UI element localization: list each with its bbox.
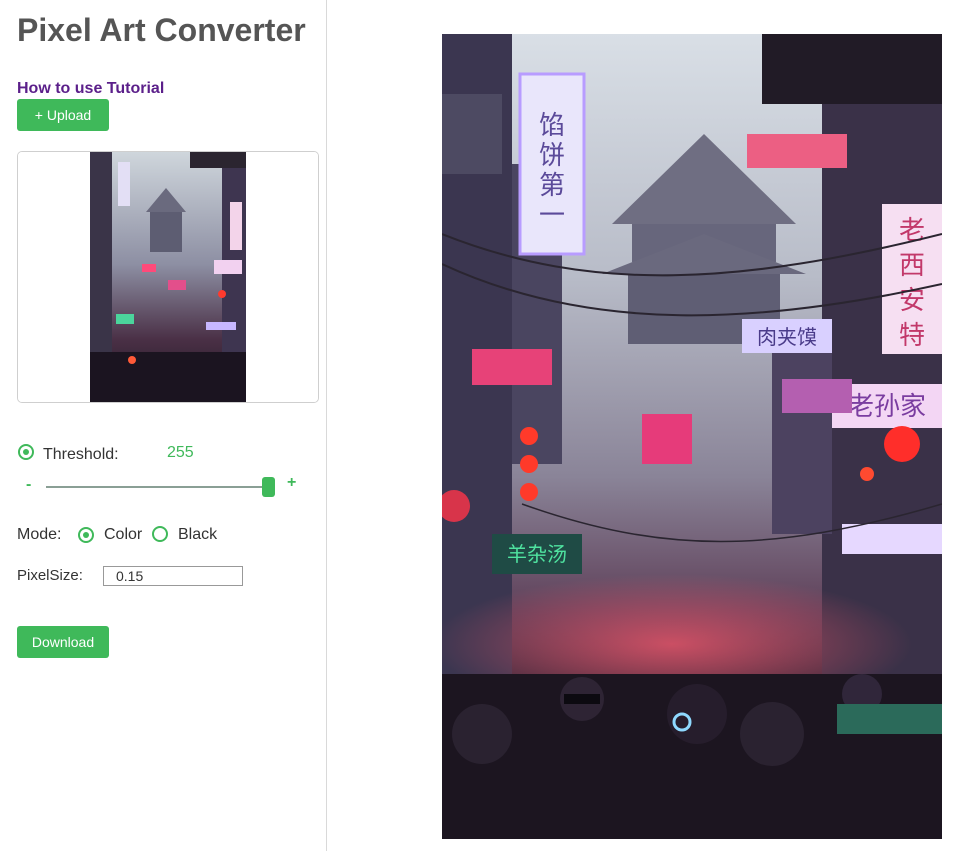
sidebar: Pixel Art Converter How to use Tutorial …	[0, 0, 327, 851]
mode-color-radio[interactable]	[78, 527, 94, 543]
image-preview	[17, 151, 319, 403]
app-title: Pixel Art Converter	[17, 12, 306, 48]
output-image: 馅 饼 第 一 老 西 安 特 老孙家 肉夹馍 羊杂汤	[442, 34, 942, 839]
svg-text:羊杂汤: 羊杂汤	[507, 542, 567, 566]
tutorial-link[interactable]: How to use Tutorial	[17, 80, 164, 98]
threshold-decrease[interactable]: -	[26, 476, 31, 494]
threshold-toggle[interactable]	[18, 444, 34, 460]
threshold-slider-thumb[interactable]	[262, 477, 275, 497]
svg-text:第: 第	[539, 171, 565, 201]
pixelsize-label: PixelSize:	[17, 567, 83, 584]
preview-thumbnail	[18, 152, 318, 402]
download-button[interactable]: Download	[17, 626, 109, 658]
mode-color-label[interactable]: Color	[104, 526, 142, 544]
svg-text:肉夹馍: 肉夹馍	[757, 325, 817, 349]
svg-text:饼: 饼	[539, 141, 565, 171]
mode-black-radio[interactable]	[152, 526, 168, 542]
upload-button[interactable]: + Upload	[17, 99, 109, 131]
svg-text:馅: 馅	[539, 111, 565, 141]
svg-text:一: 一	[539, 201, 565, 231]
threshold-slider-track[interactable]	[46, 486, 272, 488]
threshold-increase[interactable]: +	[287, 474, 296, 492]
svg-text:特: 特	[899, 321, 925, 351]
pixel-art-output: 馅 饼 第 一 老 西 安 特 老孙家 肉夹馍 羊杂汤	[442, 34, 942, 839]
mode-label: Mode:	[17, 526, 62, 543]
svg-text:西: 西	[899, 251, 925, 281]
threshold-label: Threshold:	[43, 446, 119, 463]
svg-text:老孙家: 老孙家	[848, 392, 926, 422]
threshold-value: 255	[167, 444, 194, 461]
pixelsize-input[interactable]: 0.15	[103, 566, 243, 586]
mode-black-label[interactable]: Black	[178, 526, 217, 544]
